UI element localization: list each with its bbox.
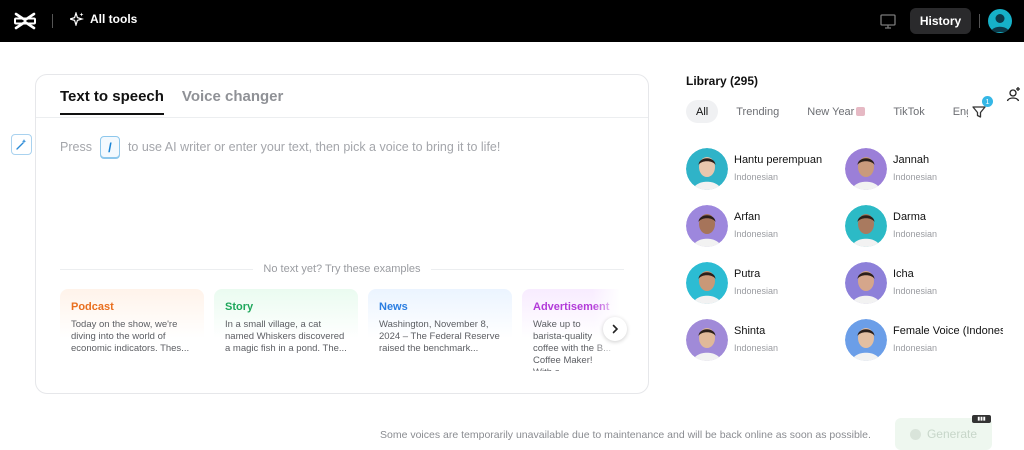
voice-language: Indonesian [734,286,779,296]
voice-item[interactable]: Hantu perempuan Indonesian [686,147,836,191]
voice-language: Indonesian [893,286,938,296]
slash-key-hint: / [99,136,120,158]
voice-avatar [686,205,728,247]
divider [52,14,53,28]
chip-all[interactable]: All [686,100,719,123]
tab-text-to-speech[interactable]: Text to speech [60,88,164,115]
example-card-podcast[interactable]: Podcast Today on the show, we're diving … [60,289,204,371]
voice-avatar [686,262,728,304]
example-card-news[interactable]: News Washington, November 8, 2024 – The … [368,289,512,371]
voice-item[interactable]: Female Voice (Indonesian) Indonesian [845,318,1003,362]
chip-trending[interactable]: Trending [726,100,789,123]
shortcut-tag: ▮▮▮ [972,415,991,423]
example-text: Today on the show, we're diving into the… [71,319,190,354]
voice-language: Indonesian [734,172,779,182]
voice-language: Indonesian [734,343,779,353]
voice-item[interactable]: Jannah Indonesian [845,147,995,191]
chevron-right-icon [612,324,619,334]
example-card-story[interactable]: Story In a small village, a cat named Wh… [214,289,358,371]
magic-pen-icon [16,139,27,150]
voice-item[interactable]: Arfan Indonesian [686,204,836,248]
example-title: Story [225,301,254,313]
voice-name: Female Voice (Indonesian) [893,325,1003,337]
chip-new-year[interactable]: New Year [797,100,875,123]
voice-language: Indonesian [893,229,938,239]
voice-language: Indonesian [893,343,938,353]
example-title: Podcast [71,301,114,313]
example-title: News [379,301,408,313]
voice-avatar [845,148,887,190]
voice-item[interactable]: Putra Indonesian [686,261,836,305]
chip-english[interactable]: English [943,100,968,123]
capcut-logo-icon[interactable] [14,11,36,31]
library-title: Library (295) [686,74,759,88]
voice-avatar [686,148,728,190]
examples-heading: No text yet? Try these examples [36,263,648,275]
voice-item[interactable]: Darma Indonesian [845,204,995,248]
monitor-icon[interactable] [879,12,897,30]
voice-avatar [686,319,728,361]
tab-voice-changer[interactable]: Voice changer [182,88,283,115]
voice-avatar [845,319,887,361]
text-input-placeholder[interactable]: Press / to use AI writer or enter your t… [60,136,500,158]
library-filter-chips: All Trending New Year TikTok English [686,100,968,124]
filter-count-badge: 1 [982,96,993,107]
voice-name: Icha [893,268,914,280]
user-icon [991,14,1009,32]
maintenance-notice: Some voices are temporarily unavailable … [380,429,871,441]
tts-editor-card: Text to speech Voice changer Press / to … [35,74,649,394]
custom-voice-icon[interactable] [1005,86,1021,102]
voice-avatar [845,262,887,304]
example-text: Washington, November 8, 2024 – The Feder… [379,319,500,354]
voice-name: Hantu perempuan [734,154,823,166]
generate-label: Generate [926,427,978,441]
generate-icon [909,428,921,440]
voice-name: Shinta [734,325,766,337]
tab-divider [36,117,648,118]
voice-name: Arfan [734,211,761,223]
examples-next-button[interactable] [603,317,627,341]
chip-tiktok[interactable]: TikTok [883,100,934,123]
divider [979,14,980,28]
ai-writer-float-button[interactable] [11,134,32,155]
sparkle-icon [70,12,84,26]
top-bar: All tools History [0,0,1024,42]
editor-tabs: Text to speech Voice changer [60,88,283,115]
voice-language: Indonesian [893,172,938,182]
voice-name: Jannah [893,154,930,166]
new-year-emoji-icon [856,107,866,116]
all-tools-button[interactable]: All tools [70,12,137,26]
all-tools-label: All tools [90,12,138,26]
voice-item[interactable]: Icha Indonesian [845,261,995,305]
voice-name: Darma [893,211,927,223]
history-button[interactable]: History [910,8,971,34]
prompt-before: Press [60,140,92,154]
user-avatar[interactable] [988,9,1012,33]
voice-avatar [845,205,887,247]
voice-language: Indonesian [734,229,779,239]
example-text: In a small village, a cat named Whiskers… [225,319,347,354]
voice-name: Putra [734,268,761,280]
prompt-after: to use AI writer or enter your text, the… [127,140,501,154]
voice-item[interactable]: Shinta Indonesian [686,318,836,362]
